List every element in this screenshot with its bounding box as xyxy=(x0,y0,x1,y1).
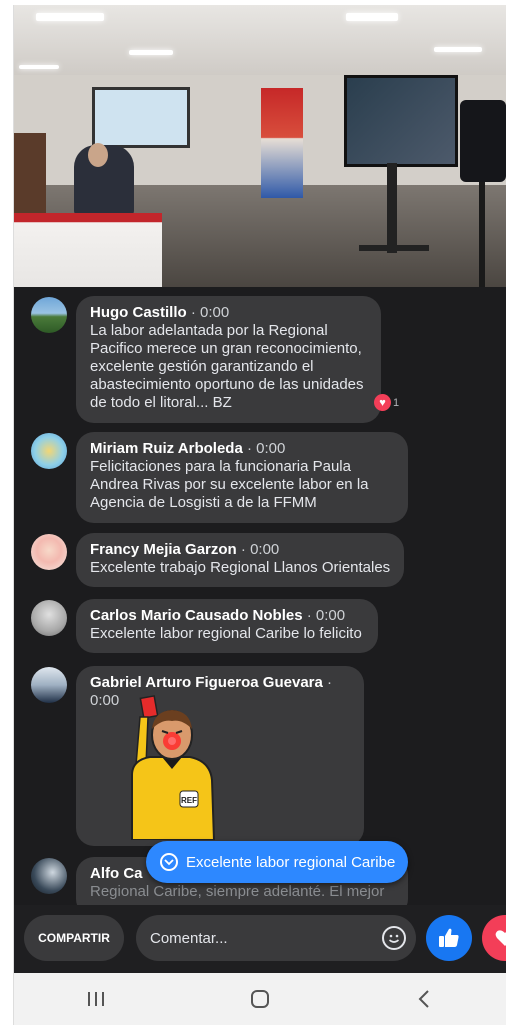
system-navigation-bar xyxy=(14,973,506,1025)
comment-separator: · xyxy=(302,607,316,624)
avatar[interactable] xyxy=(31,858,67,894)
heart-icon: ♥ xyxy=(374,394,391,411)
back-icon xyxy=(418,990,429,1008)
love-button[interactable] xyxy=(482,915,506,961)
roll-up-banner xyxy=(261,88,303,198)
comment-author[interactable]: Hugo Castillo xyxy=(90,304,187,321)
like-button[interactable] xyxy=(426,915,472,961)
red-table xyxy=(14,213,162,287)
podium xyxy=(14,133,46,213)
referee-sticker[interactable]: REF xyxy=(112,695,232,840)
comment-text: Regional Caribe, siempre adelanté. El me… xyxy=(90,883,385,900)
comment-separator: · xyxy=(186,304,201,321)
avatar[interactable] xyxy=(31,297,67,333)
ceiling-light xyxy=(434,47,482,52)
comment-input[interactable]: Comentar... xyxy=(136,915,416,961)
comment-bubble[interactable]: Francy Mejia Garzon · 0:00 Excelente tra… xyxy=(76,533,404,587)
comment-text: Excelente labor regional Caribe lo felic… xyxy=(90,625,362,642)
red-card-icon xyxy=(139,695,159,719)
ceiling-light xyxy=(129,50,173,55)
comment-time: 0:00 xyxy=(250,541,280,558)
comment-author[interactable]: Carlos Mario Causado Nobles xyxy=(90,607,303,624)
comment-author[interactable]: Alfo Ca xyxy=(90,865,143,882)
new-comment-label: Excelente labor regional Caribe xyxy=(186,853,396,871)
presentation-screen xyxy=(92,87,190,148)
comment-author[interactable]: Miriam Ruiz Arboleda xyxy=(90,440,243,457)
comment-text: Excelente trabajo Regional Llanos Orient… xyxy=(90,559,391,576)
home-icon xyxy=(251,990,269,1008)
home-button[interactable] xyxy=(230,979,290,1019)
heart-icon xyxy=(495,930,506,946)
chevron-down-icon xyxy=(160,853,178,871)
comment-separator: · xyxy=(322,674,333,691)
new-comment-pill[interactable]: Excelente labor regional Caribe xyxy=(146,841,408,883)
comment-author[interactable]: Gabriel Arturo Figueroa Guevara xyxy=(90,674,323,691)
seated-person-head xyxy=(88,143,108,167)
comment-bubble[interactable]: Miriam Ruiz Arboleda · 0:00 Felicitacion… xyxy=(76,432,408,523)
comment-time: 0:00 xyxy=(256,440,286,457)
comment-text: Felicitaciones para la funcionaria Paula… xyxy=(90,458,369,511)
tv-monitor xyxy=(344,75,458,167)
comment-author[interactable]: Francy Mejia Garzon xyxy=(90,541,237,558)
bottom-action-bar: COMPARTIR Comentar... xyxy=(14,905,506,973)
avatar[interactable] xyxy=(31,600,67,636)
recent-apps-button[interactable] xyxy=(66,979,126,1019)
recent-apps-icon xyxy=(88,992,104,1006)
avatar[interactable] xyxy=(31,667,67,703)
tv-stand-base xyxy=(359,245,429,251)
smiley-icon[interactable] xyxy=(382,926,406,950)
share-button[interactable]: COMPARTIR xyxy=(24,915,124,961)
comment-time: 0:00 xyxy=(315,607,346,624)
speaker xyxy=(460,100,506,182)
tv-stand xyxy=(387,163,397,253)
comment-separator: · xyxy=(236,541,251,558)
ceiling-light xyxy=(346,13,398,21)
comment-bubble[interactable]: Hugo Castillo · 0:00 La labor adelantada… xyxy=(76,296,381,423)
avatar[interactable] xyxy=(31,433,67,469)
avatar[interactable] xyxy=(31,534,67,570)
comment-bubble[interactable]: Carlos Mario Causado Nobles · 0:00 Excel… xyxy=(76,599,378,653)
comment-placeholder: Comentar... xyxy=(150,929,228,947)
comment-text: La labor adelantada por la Regional Paci… xyxy=(90,322,364,411)
back-button[interactable] xyxy=(394,979,454,1019)
live-video-screen: Hugo Castillo · 0:00 La labor adelantada… xyxy=(13,5,506,1025)
reaction-badge[interactable]: ♥ 1 xyxy=(374,394,399,411)
ceiling-light xyxy=(19,65,59,69)
speaker-tripod xyxy=(479,182,485,287)
reaction-count: 1 xyxy=(393,396,400,409)
live-video-feed[interactable] xyxy=(14,5,506,287)
ceiling-light xyxy=(36,13,104,21)
comment-time: 0:00 xyxy=(200,304,230,321)
comment-separator: · xyxy=(242,440,257,457)
sticker-badge-text: REF xyxy=(181,796,197,805)
thumbs-up-icon xyxy=(439,928,459,947)
